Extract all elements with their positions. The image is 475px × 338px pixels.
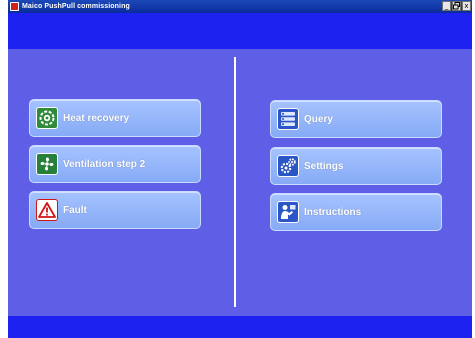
close-button[interactable]: x bbox=[462, 1, 471, 11]
window-title: Maico PushPull commissioning bbox=[22, 3, 130, 10]
restore-icon bbox=[453, 2, 460, 10]
ventilation-step-button[interactable]: Ventilation step 2 bbox=[29, 145, 201, 183]
app-window: Maico PushPull commissioning _ x Heat re… bbox=[8, 0, 472, 338]
settings-label: Settings bbox=[304, 160, 344, 172]
list-icon bbox=[277, 108, 299, 130]
instructions-button[interactable]: Instructions bbox=[270, 193, 442, 231]
title-bar: Maico PushPull commissioning _ x bbox=[8, 0, 472, 13]
settings-button[interactable]: Settings bbox=[270, 147, 442, 185]
ventilation-step-label: Ventilation step 2 bbox=[63, 158, 146, 170]
minimize-button[interactable]: _ bbox=[442, 1, 451, 11]
heat-recovery-button[interactable]: Heat recovery bbox=[29, 99, 201, 137]
footer-band bbox=[8, 316, 472, 338]
gears-icon bbox=[277, 155, 299, 177]
instructions-icon bbox=[277, 201, 299, 223]
warning-icon bbox=[36, 199, 58, 221]
query-button[interactable]: Query bbox=[270, 100, 442, 138]
heat-recovery-label: Heat recovery bbox=[63, 112, 130, 124]
heat-recovery-icon bbox=[36, 107, 58, 129]
restore-button[interactable] bbox=[452, 1, 461, 11]
query-label: Query bbox=[304, 113, 333, 125]
fault-label: Fault bbox=[63, 204, 87, 216]
fault-button[interactable]: Fault bbox=[29, 191, 201, 229]
app-icon bbox=[10, 2, 19, 11]
header-band bbox=[8, 13, 472, 49]
fan-icon bbox=[36, 153, 58, 175]
instructions-label: Instructions bbox=[304, 206, 362, 218]
column-divider bbox=[234, 57, 236, 307]
window-controls: _ x bbox=[442, 1, 471, 11]
